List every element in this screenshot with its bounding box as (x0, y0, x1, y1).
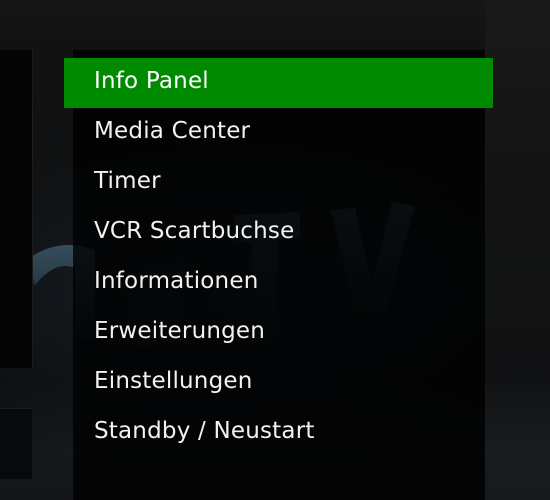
menu-item-timer[interactable]: Timer (64, 158, 493, 208)
main-menu-list: Info Panel Media Center Timer VCR Scartb… (64, 58, 493, 458)
menu-item-standby-neustart[interactable]: Standby / Neustart (64, 408, 493, 458)
menu-item-erweiterungen[interactable]: Erweiterungen (64, 308, 493, 358)
menu-item-informationen[interactable]: Informationen (64, 258, 493, 308)
menu-item-einstellungen[interactable]: Einstellungen (64, 358, 493, 408)
menu-item-media-center[interactable]: Media Center (64, 108, 493, 158)
background-left-lower-panel (0, 408, 32, 479)
main-menu-panel: Info Panel Media Center Timer VCR Scartb… (64, 50, 493, 500)
menu-item-info-panel[interactable]: Info Panel (64, 58, 493, 108)
menu-item-vcr-scartbuchse[interactable]: VCR Scartbuchse (64, 208, 493, 258)
background-left-panel (0, 50, 33, 368)
